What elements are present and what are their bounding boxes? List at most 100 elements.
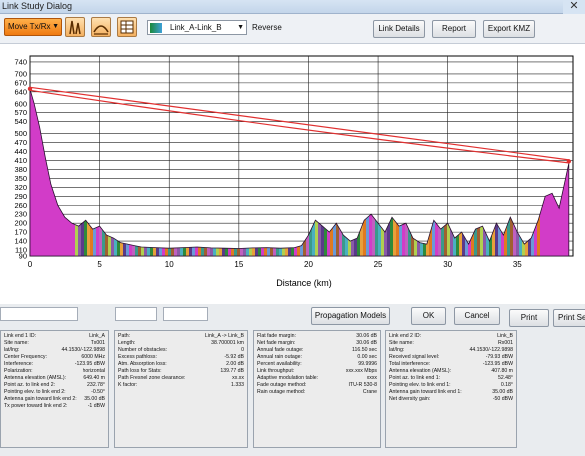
propagation-models-button[interactable]: Propagation Models [311,307,390,325]
panel-row-value: xxx.xxx Mbps [345,368,377,375]
title-bar: Link Study Dialog ✕ [0,0,585,14]
panel-row: Path: Link_A -> Link_B [118,333,244,340]
path-profile-icon[interactable] [91,17,111,37]
panel-row: Adaptive modulation table: xxxx [257,375,377,382]
export-kmz-button[interactable]: Export KMZ [483,20,535,38]
panel-row-label: Percent availability: [257,361,302,368]
tx-endpoint [27,86,33,92]
panel-row-value: -50 dBW [492,396,513,403]
chevron-down-icon: ▼ [52,23,59,30]
panel-row: lat/lng: 44.1530/-122.9898 [389,347,513,354]
panel-row: Fade outage method: ITU-R 530-8 [257,382,377,389]
panel-row-value: Link_B [497,333,513,339]
panel-row-label: Interference: [4,361,34,368]
y-tick-label: 570 [14,108,27,117]
x-tick-label: 25 [374,260,383,269]
link-end-2-rows: Link end 2 ID: Link_B Site name: Rx001 lat/l… [389,333,513,403]
link-details-button[interactable]: Link Details [373,20,425,38]
panel-row-value: 0.18° [500,382,513,389]
y-tick-label: 290 [14,192,27,201]
panel-row-value: 44.1530/-122.9898 [61,347,105,354]
move-txrx-label: Move Tx/Rx [8,22,51,31]
panel-row: Point az. to link end 2: 232.78° [4,382,105,389]
y-tick-label: 350 [14,174,27,183]
panel-row-value: -123.95 dBW [482,361,513,368]
panel-row: Interference: -123.95 dBW [4,361,105,368]
y-tick-label: 170 [14,228,27,237]
panel-row: Tx power toward link end 2: -1 dBW [4,403,105,410]
link-select[interactable]: Link_A-Link_B ▼ [147,20,247,35]
y-tick-label: 200 [14,219,27,228]
panel-row-label: Antenna elevation (AMSL): [389,368,451,375]
y-tick-label: 740 [14,57,27,66]
panel-row: Antenna gain toward link end 2: 35.00 dB [4,396,105,403]
panel-row-label: Number of obstacles: [118,347,168,354]
panel-row-label: Pointing elev. to link end 2: [4,389,66,396]
link-end-1-rows: Link end 1 ID: Link_A Site name: Tx001 lat/l… [4,333,105,411]
panel-row-value: ITU-R 530-8 [348,382,377,389]
panel-row: lat/lng: 44.1530/-122.9898 [4,347,105,354]
path-rows: Path: Link_A -> Link_B Length: 38.700001 km… [118,333,244,389]
panel-row: Annual fade outage: 116.50 sec [257,347,377,354]
terrain-icon [150,23,162,33]
reverse-label[interactable]: Reverse [252,23,282,32]
panel-row-value: xx.xx [232,375,244,382]
panel-row-label: Adaptive modulation table: [257,375,319,382]
panel-row: Point az. to link end 1: 52.48° [389,375,513,382]
y-tick-label: 380 [14,165,27,174]
panel-row: Number of obstacles: 0 [118,347,244,354]
panel-row: Link end 1 ID: Link_A [4,333,105,340]
panel-row: Site name: Rx001 [389,340,513,347]
panel-row-value: 99.9996 [358,361,377,368]
panel-row-label: Pointing elev. to link end 1: [389,382,451,389]
panel-row-value: 116.50 sec [352,347,377,354]
panel-row-value: 38.700001 km [211,340,244,347]
panel-row-label: K factor: [118,382,138,389]
path-profile-chart: 90 110 140 170 200 230 260 290 320 350 380 410 440 47… [0,44,585,304]
panel-row-label: Length: [118,340,136,347]
panel-row-value: 6000 MHz [81,354,105,361]
panel-row-label: Center Frequency: [4,354,47,361]
table-icon[interactable] [117,17,137,37]
panel-row: Annual rain outage: 0.00 sec [257,354,377,361]
y-tick-label: 410 [14,156,27,165]
panel-row-label: Antenna gain toward link end 1: [389,389,462,396]
panel-row-value: Link_A [89,333,105,339]
x-tick-label: 10 [165,260,174,269]
panel-row-value: Rx001 [498,340,513,347]
panel-row-label: Point az. to link end 2: [4,382,56,389]
panel-row-label: Rain outage method: [257,389,306,396]
panel-row: Pointing elev. to link end 2: -0.50° [4,389,105,396]
panel-row-label: Atm. Absorption loss: [118,361,167,368]
panel-row-value: 0.00 sec [357,354,377,361]
x-tick-label: 30 [443,260,452,269]
close-icon[interactable]: ✕ [563,0,585,14]
panel-row-label: Point az. to link end 1: [389,375,441,382]
y-tick-label: 540 [14,117,27,126]
rx-endpoint [566,159,572,164]
panel-row-value: -5.92 dB [224,354,244,361]
print-setup-button[interactable]: Print Se [553,309,585,327]
x-tick-label: 35 [513,260,522,269]
print-button[interactable]: Print [509,309,549,327]
move-txrx-button[interactable]: Move Tx/Rx ▼ [4,18,62,36]
panel-row-label: Net diversity gain: [389,396,431,403]
x-axis-label: Distance (km) [276,278,332,288]
ok-button[interactable]: OK [411,307,446,325]
panel-row: Link throughput: xxx.xxx Mbps [257,368,377,375]
panel-row: Path Fresnel zone clearance: xx.xx [118,375,244,382]
panel-row-label: lat/lng: [4,347,20,354]
panel-row-label: Path Fresnel zone clearance: [118,375,186,382]
towers-icon[interactable] [65,17,85,37]
status-field-1 [0,307,78,321]
panel-row: K factor: 1.333 [118,382,244,389]
panel-row: Received signal level: -79.93 dBW [389,354,513,361]
cancel-button[interactable]: Cancel [454,307,500,325]
report-button[interactable]: Report [432,20,476,38]
panel-row-value: 44.1530/-122.9898 [469,347,513,354]
panel-row: Atm. Absorption loss: 2.00 dB [118,361,244,368]
panel-row-value: 30.06 dB [356,340,377,347]
y-tick-label: 670 [14,78,27,87]
panel-row-value: 30.06 dB [356,333,377,339]
panel-row-value: 407.80 m [491,368,513,375]
